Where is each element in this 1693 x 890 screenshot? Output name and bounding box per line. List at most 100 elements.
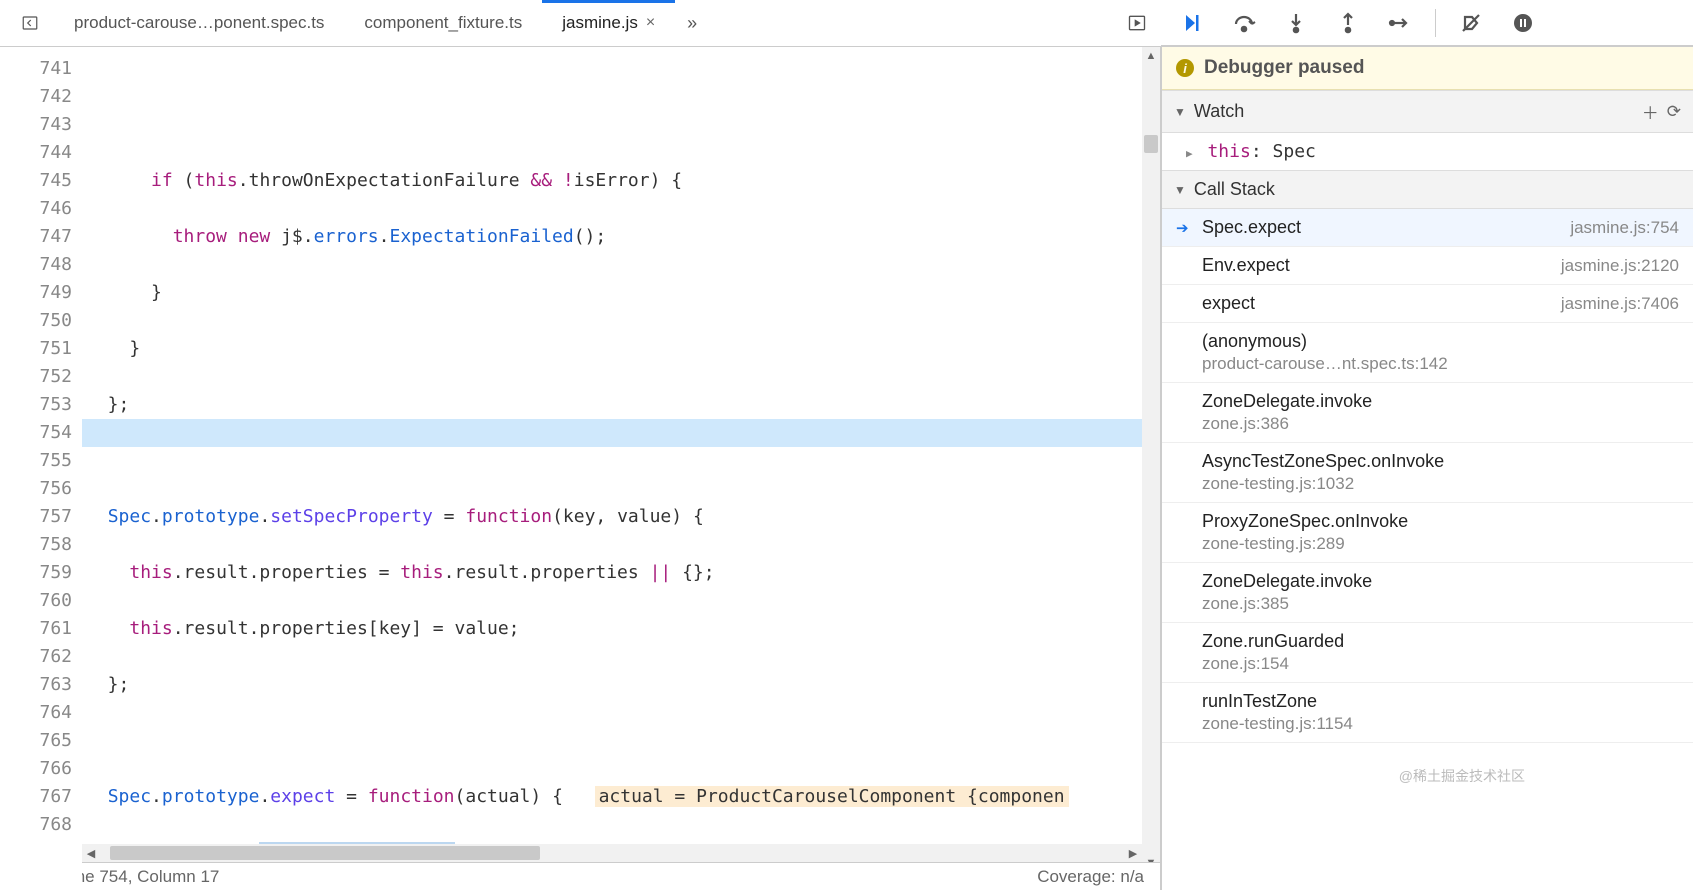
watch-item[interactable]: ▶ this: Spec	[1162, 133, 1693, 170]
line-number: 762	[0, 643, 72, 671]
code-area[interactable]: if (this.throwOnExpectationFailure && !i…	[82, 47, 1160, 890]
inline-value-hint: actual = ProductCarouselComponent {compo…	[595, 786, 1069, 807]
file-tab-fixture[interactable]: component_fixture.ts	[344, 0, 542, 46]
line-number: 754	[0, 419, 72, 447]
step-out-button[interactable]	[1327, 4, 1369, 42]
line-number: 764	[0, 699, 72, 727]
line-number: 756	[0, 475, 72, 503]
watch-expr: this	[1207, 141, 1250, 162]
coverage-label: Coverage: n/a	[1037, 867, 1144, 887]
frame-location: zone.js:386	[1176, 414, 1679, 434]
frame-name: Spec.expect	[1202, 217, 1560, 238]
watch-title: Watch	[1194, 101, 1244, 122]
frame-name: AsyncTestZoneSpec.onInvoke	[1202, 451, 1679, 472]
line-number: 760	[0, 587, 72, 615]
scroll-left-icon[interactable]: ◀	[82, 844, 100, 862]
line-number: 749	[0, 279, 72, 307]
watch-panel-header[interactable]: ▼ Watch ＋ ⟳	[1162, 90, 1693, 133]
debugger-paused-banner: i Debugger paused	[1162, 47, 1693, 90]
current-frame-icon: ➔	[1176, 219, 1192, 237]
step-into-button[interactable]	[1275, 4, 1317, 42]
line-number: 743	[0, 111, 72, 139]
stack-frame[interactable]: ZoneDelegate.invokezone.js:386	[1162, 383, 1693, 443]
scroll-thumb[interactable]	[1144, 135, 1158, 153]
line-number: 768	[0, 811, 72, 839]
tabs-overflow[interactable]: »	[675, 13, 709, 34]
file-tab-jasmine[interactable]: jasmine.js ×	[542, 0, 675, 46]
callstack-title: Call Stack	[1194, 179, 1275, 200]
frame-location: zone.js:385	[1176, 594, 1679, 614]
tab-history-back[interactable]	[18, 11, 42, 35]
line-number: 750	[0, 307, 72, 335]
stack-frame[interactable]: Zone.runGuardedzone.js:154	[1162, 623, 1693, 683]
line-number: 767	[0, 783, 72, 811]
frame-name: ProxyZoneSpec.onInvoke	[1202, 511, 1679, 532]
line-number: 765	[0, 727, 72, 755]
line-number: 763	[0, 671, 72, 699]
info-icon: i	[1176, 59, 1194, 77]
scroll-thumb[interactable]	[110, 846, 540, 860]
scroll-up-icon[interactable]: ▲	[1142, 47, 1160, 65]
frame-name: runInTestZone	[1202, 691, 1679, 712]
cursor-position: Line 754, Column 17	[62, 867, 219, 887]
frame-location: jasmine.js:754	[1570, 218, 1679, 238]
line-number: 755	[0, 447, 72, 475]
frame-name: expect	[1202, 293, 1551, 314]
line-number: 742	[0, 83, 72, 111]
frame-location: zone-testing.js:1032	[1176, 474, 1679, 494]
line-number: 744	[0, 139, 72, 167]
frame-name: Env.expect	[1202, 255, 1551, 276]
stack-frame[interactable]: expect jasmine.js:7406	[1162, 285, 1693, 323]
deactivate-breakpoints-button[interactable]	[1450, 4, 1492, 42]
stack-frame[interactable]: ProxyZoneSpec.onInvokezone-testing.js:28…	[1162, 503, 1693, 563]
file-tab-spec[interactable]: product-carouse…ponent.spec.ts	[54, 0, 344, 46]
frame-location: jasmine.js:7406	[1561, 294, 1679, 314]
watch-value: Spec	[1273, 141, 1316, 162]
vertical-scrollbar[interactable]: ▲ ▼	[1142, 47, 1160, 872]
step-button[interactable]	[1379, 4, 1421, 42]
line-number: 751	[0, 335, 72, 363]
tab-label: component_fixture.ts	[364, 13, 522, 33]
refresh-watch-icon[interactable]: ⟳	[1667, 102, 1681, 122]
line-number: 758	[0, 531, 72, 559]
add-watch-icon[interactable]: ＋	[1642, 99, 1659, 124]
line-number: 766	[0, 755, 72, 783]
stack-frame[interactable]: Env.expect jasmine.js:2120	[1162, 247, 1693, 285]
line-number: 761	[0, 615, 72, 643]
line-number: 746	[0, 195, 72, 223]
close-icon[interactable]: ×	[646, 14, 655, 32]
tab-label: jasmine.js	[562, 13, 638, 33]
code-editor[interactable]: 7417427437447457467477487497507517527537…	[0, 47, 1161, 890]
callstack-panel-header[interactable]: ▼ Call Stack	[1162, 170, 1693, 209]
collapse-icon[interactable]: ▼	[1174, 183, 1186, 197]
frame-name: (anonymous)	[1202, 331, 1679, 352]
status-bar: {} Line 754, Column 17 Coverage: n/a	[0, 862, 1160, 890]
pause-on-exceptions-button[interactable]	[1502, 4, 1544, 42]
stack-frame[interactable]: runInTestZonezone-testing.js:1154	[1162, 683, 1693, 743]
run-snippet-icon[interactable]	[1125, 11, 1149, 35]
frame-location: product-carouse…nt.spec.ts:142	[1176, 354, 1679, 374]
horizontal-scrollbar[interactable]: ◀ ▶	[82, 844, 1142, 862]
frame-name: ZoneDelegate.invoke	[1202, 571, 1679, 592]
banner-text: Debugger paused	[1204, 57, 1364, 79]
line-number: 748	[0, 251, 72, 279]
step-over-button[interactable]	[1223, 4, 1265, 42]
stack-frame[interactable]: ZoneDelegate.invokezone.js:385	[1162, 563, 1693, 623]
toolbar-divider	[1435, 9, 1436, 37]
frame-location: jasmine.js:2120	[1561, 256, 1679, 276]
resume-button[interactable]	[1171, 4, 1213, 42]
line-number: 753	[0, 391, 72, 419]
frame-name: ZoneDelegate.invoke	[1202, 391, 1679, 412]
collapse-icon[interactable]: ▼	[1174, 105, 1186, 119]
scroll-right-icon[interactable]: ▶	[1124, 844, 1142, 862]
stack-frame[interactable]: ➔ Spec.expect jasmine.js:754	[1162, 209, 1693, 247]
frame-name: Zone.runGuarded	[1202, 631, 1679, 652]
line-number: 752	[0, 363, 72, 391]
stack-frame[interactable]: (anonymous)product-carouse…nt.spec.ts:14…	[1162, 323, 1693, 383]
frame-location: zone-testing.js:1154	[1176, 714, 1679, 734]
stack-frame[interactable]: AsyncTestZoneSpec.onInvokezone-testing.j…	[1162, 443, 1693, 503]
expand-icon[interactable]: ▶	[1186, 147, 1193, 160]
line-number: 747	[0, 223, 72, 251]
line-number: 759	[0, 559, 72, 587]
line-number: 745	[0, 167, 72, 195]
